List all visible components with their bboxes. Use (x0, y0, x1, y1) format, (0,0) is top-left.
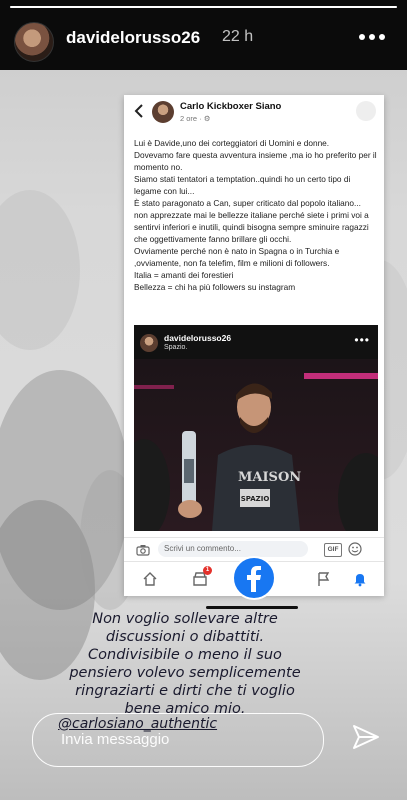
story-caption: Non voglio sollevare altre discussioni o… (40, 610, 330, 718)
facebook-post-screenshot: Carlo Kickboxer Siano 2 ore · ⚙ Lui è Da… (124, 95, 384, 600)
caption-line: pensiero volevo semplicemente (69, 665, 301, 681)
story-header: davidelorusso26 22 h (0, 14, 407, 62)
caption-line: Condivisibile o meno il suo (88, 647, 282, 663)
mention-link[interactable]: @carlosiano_authentic (58, 716, 217, 732)
embedded-post-header: davidelorusso26 Spazio. ••• (134, 325, 378, 359)
gif-icon[interactable]: GIF (324, 543, 342, 557)
bell-icon[interactable] (352, 571, 368, 587)
post-author-name[interactable]: Carlo Kickboxer Siano (180, 101, 281, 112)
embedded-instagram-post[interactable]: davidelorusso26 Spazio. ••• MAISON SPAZI… (134, 325, 378, 531)
embedded-avatar (140, 334, 158, 352)
post-line: Bellezza = chi ha più followers su insta… (134, 282, 296, 292)
avatar[interactable] (14, 22, 54, 62)
post-line: Siamo stati tentatori a temptation..quin… (134, 174, 351, 196)
story-time-ago: 22 h (222, 28, 254, 45)
story-viewer: davidelorusso26 22 h Carlo Kickboxer Sia… (0, 0, 407, 800)
story-progress-bar (10, 6, 397, 8)
post-line: È stato paragonato a Can, super criticat… (134, 198, 361, 208)
post-body: Lui è Davide,uno dei corteggiatori di Uo… (134, 137, 378, 293)
back-arrow-icon[interactable] (132, 103, 146, 119)
shirt-text: MAISON (238, 470, 301, 485)
home-icon[interactable] (142, 571, 158, 587)
camera-icon[interactable] (136, 543, 150, 556)
home-indicator (206, 606, 298, 609)
comment-input[interactable]: Scrivi un commento... (158, 541, 308, 557)
embedded-photo: MAISON SPAZIO (134, 359, 378, 531)
facebook-tab-bar: 1 (124, 556, 384, 600)
more-options-icon[interactable] (355, 24, 389, 50)
post-meta: 2 ore · ⚙ (180, 114, 211, 123)
caption-line: discussioni o dibattiti. (105, 629, 265, 645)
post-line: Lui è Davide,uno dei corteggiatori di Uo… (134, 138, 330, 148)
story-progress-fill (10, 6, 397, 8)
shirt-logo-text: SPAZIO (241, 495, 270, 503)
post-line: non apprezzate mai le bellezze italiane … (134, 210, 369, 244)
embedded-more-icon: ••• (354, 333, 370, 347)
emoji-icon[interactable] (348, 542, 362, 556)
send-icon[interactable] (351, 722, 381, 752)
post-header: Carlo Kickboxer Siano 2 ore · ⚙ (124, 95, 384, 131)
caption-line: ringraziarti e dirti che ti voglio (75, 683, 295, 699)
post-line: Italia = amanti dei forestieri (134, 270, 234, 280)
flag-icon[interactable] (316, 571, 332, 587)
author-avatar[interactable] (152, 101, 174, 123)
story-username[interactable]: davidelorusso26 (66, 28, 200, 48)
embedded-username: davidelorusso26 (164, 333, 232, 343)
caption-line: Non voglio sollevare altre (92, 611, 278, 627)
embedded-location: Spazio. (164, 344, 188, 351)
reply-placeholder: Invia messaggio (61, 731, 170, 748)
notification-badge: 1 (203, 566, 212, 575)
post-menu-icon[interactable] (356, 101, 376, 121)
facebook-logo-icon[interactable] (232, 556, 276, 600)
post-line: Ovviamente perché non è nato in Spagna o… (134, 246, 340, 268)
post-line: Dovevamo fare questa avventura insieme ,… (134, 150, 377, 172)
